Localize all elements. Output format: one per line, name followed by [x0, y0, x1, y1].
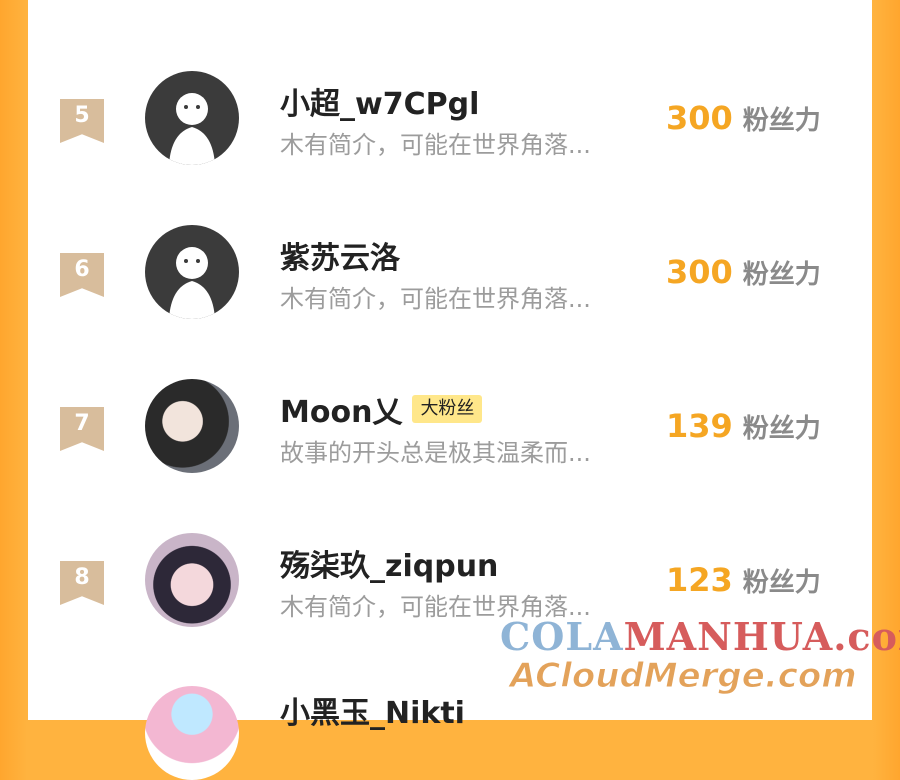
rank-badge: 7: [60, 407, 104, 451]
ranking-row[interactable]: 7 Moon乂 大粉丝 故事的开头总是极其温柔而... 139 粉丝力: [28, 375, 872, 515]
fan-power: 300 粉丝力: [666, 99, 821, 137]
rank-badge: 6: [60, 253, 104, 297]
fan-power-value: 139: [666, 407, 733, 445]
user-bio: 木有简介，可能在世界角落...: [280, 131, 591, 159]
fan-power-unit: 粉丝力: [742, 260, 821, 290]
fan-power-value: 300: [666, 99, 733, 137]
ranking-card: 5 小超_w7CPgl 木有简介，可能在世界角落... 300 粉丝力 6 紫苏…: [28, 0, 872, 720]
ranking-row[interactable]: 5 小超_w7CPgl 木有简介，可能在世界角落... 300 粉丝力: [28, 67, 872, 207]
fan-power-value: 300: [666, 253, 733, 291]
default-avatar-icon[interactable]: [145, 71, 239, 165]
user-bio: 故事的开头总是极其温柔而...: [280, 439, 591, 467]
fan-power-value: 123: [666, 561, 733, 599]
user-name[interactable]: 小超_w7CPgl: [280, 79, 479, 123]
watermark-cola: COLA: [500, 614, 624, 659]
fan-power: 139 粉丝力: [666, 407, 821, 445]
user-avatar[interactable]: [145, 379, 239, 473]
rank-badge: 8: [60, 561, 104, 605]
user-name[interactable]: Moon乂 大粉丝: [280, 387, 483, 431]
user-avatar[interactable]: [145, 533, 239, 627]
fan-power: 123 粉丝力: [666, 561, 821, 599]
watermark-line-1: COLAMANHUA.com: [500, 614, 900, 659]
user-name-text: Moon乂: [280, 395, 403, 430]
watermark-line-2: ACloudMerge.com: [510, 656, 858, 697]
fan-level-badge: 大粉丝: [412, 395, 483, 423]
next-row-avatar[interactable]: [145, 686, 239, 780]
user-bio: 木有简介，可能在世界角落...: [280, 285, 591, 313]
user-name-text: 紫苏云洛: [280, 241, 400, 276]
user-name-text: 小超_w7CPgl: [280, 87, 480, 122]
watermark-manhua: MANHUA.com: [623, 614, 900, 659]
user-name[interactable]: 紫苏云洛: [280, 233, 400, 277]
fan-power: 300 粉丝力: [666, 253, 821, 291]
default-avatar-icon[interactable]: [145, 225, 239, 319]
user-name[interactable]: 殇柒玖_ziqpun: [280, 541, 498, 585]
next-row-name[interactable]: 小黑玉_Nikti: [280, 688, 465, 732]
user-name-text: 殇柒玖_ziqpun: [280, 549, 499, 584]
ranking-row[interactable]: 6 紫苏云洛 木有简介，可能在世界角落... 300 粉丝力: [28, 221, 872, 361]
fan-power-unit: 粉丝力: [742, 568, 821, 598]
fan-power-unit: 粉丝力: [742, 414, 821, 444]
watermark: COLAMANHUA.com ACloudMerge.com: [500, 614, 900, 702]
fan-power-unit: 粉丝力: [742, 106, 821, 136]
rank-badge: 5: [60, 99, 104, 143]
